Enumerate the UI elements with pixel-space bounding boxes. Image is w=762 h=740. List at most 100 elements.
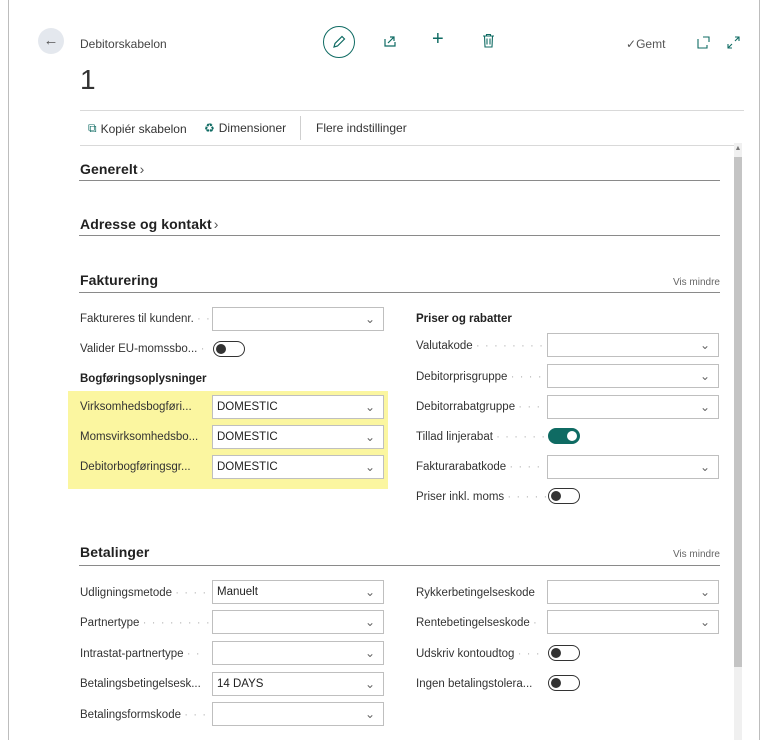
copy-template-action[interactable]: ⧉ Kopiér skabelon (88, 121, 187, 136)
price-group-select[interactable]: ⌄ (547, 364, 719, 388)
payment-method-select[interactable]: ⌄ (212, 702, 384, 726)
pencil-icon (333, 35, 346, 48)
section-address-line (79, 235, 720, 236)
open-new-window-button[interactable] (697, 34, 710, 52)
payments-show-less[interactable]: Vis mindre (673, 549, 720, 560)
fin-charge-terms-label: Rentebetingelseskode · (416, 617, 538, 629)
reminder-terms-label: Rykkerbetingelseskode (416, 587, 535, 599)
intrastat-partner-select[interactable]: ⌄ (212, 641, 384, 665)
dimensions-label: Dimensioner (218, 121, 287, 135)
gen-bus-posting-select[interactable]: DOMESTIC ⌄ (212, 395, 384, 419)
payment-terms-select[interactable]: 14 DAYS ⌄ (212, 672, 384, 696)
intrastat-partner-label: Intrastat-partnertype · · (80, 648, 201, 660)
disc-group-label: Debitorrabatgruppe · · · (416, 401, 542, 413)
section-general[interactable]: Generelt › (80, 161, 144, 177)
block-payment-tol-toggle[interactable] (548, 675, 580, 691)
section-general-title: Generelt (80, 161, 138, 177)
posting-heading: Bogføringsoplysninger (80, 373, 207, 385)
chevron-down-icon: ⌄ (364, 615, 375, 629)
invoice-disc-code-label: Fakturarabatkode · · · · (416, 461, 542, 473)
section-payments[interactable]: Betalinger (80, 544, 149, 560)
section-payments-title: Betalinger (80, 544, 150, 560)
more-settings-label: Flere indstillinger (316, 121, 407, 135)
partner-type-label: Partnertype · · · · · · · · (80, 617, 211, 629)
section-general-line (79, 180, 720, 181)
customer-posting-label: Debitorbogføringsgr... (80, 461, 191, 473)
back-button[interactable]: ← (38, 28, 64, 54)
section-invoicing-line (79, 292, 720, 293)
expand-button[interactable] (727, 34, 740, 52)
chevron-right-icon: › (213, 216, 219, 232)
arrow-left-icon: ← (43, 32, 59, 49)
allow-line-disc-label: Tillad linjerabat · · · · · · (416, 431, 547, 443)
prices-heading: Priser og rabatter (416, 313, 512, 325)
vat-bus-posting-select[interactable]: DOMESTIC ⌄ (212, 425, 384, 449)
reminder-terms-select[interactable]: ⌄ (547, 580, 719, 604)
allow-line-disc-toggle[interactable] (548, 428, 580, 444)
vat-bus-posting-label: Momsvirksomhedsbo... (80, 431, 199, 443)
payment-method-label: Betalingsformskode · · · (80, 709, 208, 721)
payment-terms-label: Betalingsbetingelsesk... (80, 678, 201, 690)
partner-type-select[interactable]: ⌄ (212, 610, 384, 634)
currency-select[interactable]: ⌄ (547, 333, 719, 357)
print-statements-toggle[interactable] (548, 645, 580, 661)
gen-bus-posting-label: Virksomhedsbogføri... (80, 401, 192, 413)
block-payment-tol-label: Ingen betalingstolera... (416, 678, 533, 690)
plus-icon: + (432, 28, 444, 50)
record-number: 1 (80, 64, 96, 95)
share-icon (384, 36, 396, 47)
bill-to-label: Faktureres til kundenr. · · · (80, 313, 220, 325)
section-address-title: Adresse og kontakt (80, 216, 212, 232)
actionbar-divider (80, 145, 734, 146)
more-settings-action[interactable]: Flere indstillinger (316, 121, 407, 135)
customer-posting-select[interactable]: DOMESTIC ⌄ (212, 455, 384, 479)
bill-to-select[interactable]: ⌄ (212, 307, 384, 331)
fin-charge-terms-select[interactable]: ⌄ (547, 610, 719, 634)
saved-label: Gemt (636, 37, 666, 51)
chevron-right-icon: › (139, 161, 145, 177)
prices-incl-vat-toggle[interactable] (548, 488, 580, 504)
section-invoicing[interactable]: Fakturering (80, 272, 158, 288)
price-group-label: Debitorprisgruppe · · · · (416, 371, 543, 383)
section-invoicing-title: Fakturering (80, 272, 159, 288)
invoicing-show-less[interactable]: Vis mindre (673, 277, 720, 288)
new-button[interactable]: + (432, 28, 444, 50)
chevron-down-icon: ⌄ (364, 312, 375, 326)
scroll-up-icon[interactable]: ▲ (734, 143, 742, 155)
chevron-down-icon: ⌄ (699, 585, 710, 599)
chevron-down-icon: ⌄ (699, 615, 710, 629)
action-separator (300, 116, 301, 140)
chevron-down-icon: ⌄ (699, 369, 710, 383)
chevron-down-icon: ⌄ (364, 400, 375, 414)
dimensions-icon: ♻ (204, 121, 215, 135)
section-address[interactable]: Adresse og kontakt › (80, 216, 219, 232)
chevron-down-icon: ⌄ (699, 400, 710, 414)
chevron-down-icon: ⌄ (364, 585, 375, 599)
copy-template-label: Kopiér skabelon (100, 121, 187, 136)
edit-button[interactable] (323, 26, 355, 58)
section-payments-line (79, 565, 720, 566)
dimensions-action[interactable]: ♻ Dimensioner (204, 121, 286, 135)
page-caption: Debitorskabelon (80, 37, 167, 51)
print-statements-label: Udskriv kontoudtog · · · (416, 648, 541, 660)
open-in-new-icon (697, 36, 710, 49)
chevron-down-icon: ⌄ (364, 646, 375, 660)
trash-icon (483, 33, 494, 48)
share-button[interactable] (383, 33, 397, 51)
expand-icon (727, 36, 740, 49)
currency-label: Valutakode · · · · · · · · · · (416, 340, 562, 352)
scrollbar-thumb[interactable] (734, 157, 742, 667)
invoice-disc-code-select[interactable]: ⌄ (547, 455, 719, 479)
chevron-down-icon: ⌄ (364, 460, 375, 474)
chevron-down-icon: ⌄ (364, 677, 375, 691)
saved-status: ✓Gemt (626, 37, 665, 51)
header-divider (80, 110, 744, 111)
chevron-down-icon: ⌄ (364, 430, 375, 444)
copy-icon: ⧉ (88, 121, 97, 135)
check-icon: ✓ (626, 37, 637, 51)
validate-eu-toggle[interactable] (213, 341, 245, 357)
application-method-select[interactable]: Manuelt ⌄ (212, 580, 384, 604)
disc-group-select[interactable]: ⌄ (547, 395, 719, 419)
delete-button[interactable] (482, 33, 495, 51)
prices-incl-vat-label: Priser inkl. moms · · · · · · (416, 491, 558, 503)
